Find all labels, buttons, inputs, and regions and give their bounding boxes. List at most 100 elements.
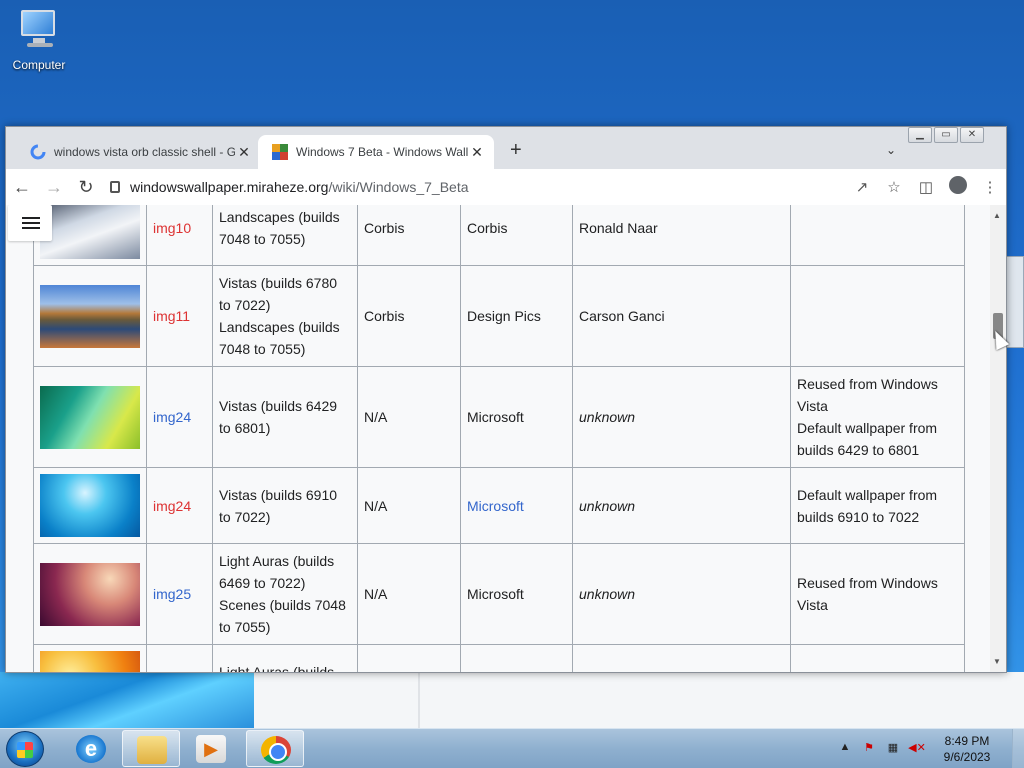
notes-cell: Reused from Windows Vista Default wallpap… [790, 366, 965, 468]
copyright-cell: Microsoft [460, 644, 573, 672]
source-cell: Corbis [357, 265, 461, 367]
copyright-cell: Microsoft [460, 543, 573, 645]
folder-icon [137, 736, 167, 764]
show-desktop-button[interactable] [1012, 729, 1024, 768]
description-cell: Vistas (builds 6429 to 6801) [212, 366, 358, 468]
computer-desktop-icon[interactable]: Computer [8, 8, 70, 72]
copyright-text[interactable]: Microsoft [467, 498, 524, 514]
page-content: img10 Landscapes (builds 7048 to 7055) Cor… [6, 205, 1006, 672]
taskbar-media-player[interactable]: ▶ [182, 730, 240, 767]
photographer-text: unknown [579, 497, 636, 514]
wallpaper-thumbnail[interactable] [40, 205, 140, 259]
photographer-text: Ronald Naar [579, 219, 658, 236]
file-name-cell: img26 [146, 644, 213, 672]
volume-muted-icon[interactable]: ◀✕ [908, 741, 926, 757]
table-of-contents-icon[interactable] [8, 205, 52, 241]
url-host: windowswallpaper.miraheze.org [130, 179, 329, 195]
photographer-text: unknown [579, 409, 636, 425]
browser-toolbar: ← → ↻ windowswallpaper.miraheze.org/wiki… [6, 169, 1006, 205]
tab-close-icon[interactable]: ✕ [235, 144, 253, 161]
computer-label: Computer [12, 58, 66, 72]
source-cell: N/A [357, 467, 461, 544]
table-row: img10 Landscapes (builds 7048 to 7055) Cor… [33, 205, 965, 266]
internet-explorer-icon: e [76, 735, 106, 763]
profile-avatar-icon[interactable] [942, 176, 974, 198]
notes-cell [790, 265, 965, 367]
google-icon [30, 144, 46, 160]
tab-google-search[interactable]: windows vista orb classic shell - G ✕ [16, 135, 261, 169]
copyright-text: Design Pics [467, 308, 541, 324]
system-tray: ▲ ⚑ ▦ ◀✕ 8:49 PM 9/6/2023 [836, 729, 1024, 768]
background-window [254, 672, 1024, 728]
page-scrollbar[interactable]: ▲ ▼ [990, 205, 1006, 672]
source-cell: Corbis [357, 205, 461, 266]
media-player-icon: ▶ [196, 735, 226, 763]
description-line: Light Auras (builds 6469 to 7022) [219, 553, 335, 591]
address-bar[interactable]: windowswallpaper.miraheze.org/wiki/Windo… [110, 173, 840, 201]
file-name-link[interactable]: img11 [153, 308, 190, 324]
bookmark-star-icon[interactable]: ☆ [878, 178, 910, 196]
menu-kebab-icon[interactable]: ⋮ [974, 178, 1006, 196]
photographer-cell: unknown [572, 467, 791, 544]
wallpaper-thumbnail[interactable] [40, 385, 140, 449]
description-line: Vistas (builds 6910 to 7022) [219, 486, 338, 525]
windows-logo-icon [17, 742, 33, 758]
lock-icon [110, 181, 120, 193]
wallpaper-thumbnail[interactable] [40, 562, 140, 626]
taskbar-chrome[interactable] [246, 730, 304, 767]
tab-strip: windows vista orb classic shell - G ✕ Wi… [6, 135, 1006, 169]
share-icon[interactable]: ↗ [846, 178, 878, 196]
scroll-up-icon[interactable]: ▲ [993, 211, 1001, 220]
wiki-icon [272, 144, 288, 160]
source-cell: N/A [357, 543, 461, 645]
photographer-cell: Ronald Naar [572, 205, 791, 266]
chrome-window: ▁ ▭ ✕ windows vista orb classic shell - … [5, 126, 1007, 673]
show-hidden-icons-chevron-icon[interactable]: ▲ [836, 741, 854, 757]
forward-arrow-icon[interactable]: → [38, 177, 70, 198]
photographer-text: unknown [579, 586, 636, 602]
table-row: img26 Light Auras (builds 6469 to 7022) N/… [33, 644, 965, 673]
new-tab-button[interactable]: + [510, 139, 522, 162]
file-name-link[interactable]: img24 [153, 498, 191, 514]
photographer-text: Carson Ganci [579, 308, 665, 324]
wallpaper-thumbnail[interactable] [40, 284, 140, 348]
description-cell: Light Auras (builds 6469 to 7022) [212, 644, 358, 673]
photographer-cell: unknown [572, 366, 791, 468]
file-name-cell: img11 [146, 265, 213, 367]
side-panel-icon[interactable]: ◫ [910, 178, 942, 196]
file-name-cell: img24 [146, 366, 213, 468]
table-row: img25 Light Auras (builds 6469 to 7022) Sc… [33, 543, 965, 645]
back-arrow-icon[interactable]: ← [6, 177, 38, 198]
scroll-down-icon[interactable]: ▼ [993, 657, 1001, 666]
wallpaper-thumbnail[interactable] [40, 474, 140, 537]
notes-cell: Reused from Windows Vista [790, 543, 965, 645]
url-text: windowswallpaper.miraheze.org/wiki/Windo… [130, 179, 469, 195]
reload-icon[interactable]: ↻ [70, 177, 102, 198]
file-name-cell: img10 [146, 205, 213, 266]
description-line: Light Auras (builds 6469 to 7022) [219, 663, 335, 673]
start-orb-button[interactable] [6, 731, 44, 767]
note-line: Default wallpaper from builds 6910 to 70… [797, 486, 938, 525]
thumbnail-cell [33, 265, 147, 367]
tab-search-chevron-icon[interactable]: ⌄ [886, 143, 896, 157]
action-center-flag-icon[interactable]: ⚑ [860, 741, 878, 757]
photographer-cell: unknown [572, 644, 791, 672]
thumbnail-cell [33, 467, 147, 544]
file-name-link[interactable]: img25 [153, 586, 191, 602]
copyright-text: Microsoft [467, 586, 524, 602]
table-row: img24 Vistas (builds 6429 to 6801) N/A Micr… [33, 366, 965, 468]
file-name-link[interactable]: img24 [153, 409, 191, 425]
taskbar-file-explorer[interactable] [122, 730, 180, 767]
taskbar-internet-explorer[interactable]: e [62, 730, 120, 767]
wallpaper-thumbnail[interactable] [40, 651, 140, 672]
background-window-edge [1006, 256, 1024, 348]
photographer-cell: Carson Ganci [572, 265, 791, 367]
copyright-text: Microsoft [467, 409, 524, 425]
network-icon[interactable]: ▦ [884, 741, 902, 757]
tab-windows-7-beta[interactable]: Windows 7 Beta - Windows Wallpa ✕ [258, 135, 494, 169]
photographer-cell: unknown [572, 543, 791, 645]
computer-icon [17, 8, 61, 48]
tab-close-icon[interactable]: ✕ [468, 144, 486, 161]
clock[interactable]: 8:49 PM 9/6/2023 [932, 733, 1002, 765]
file-name-link[interactable]: img10 [153, 220, 191, 236]
